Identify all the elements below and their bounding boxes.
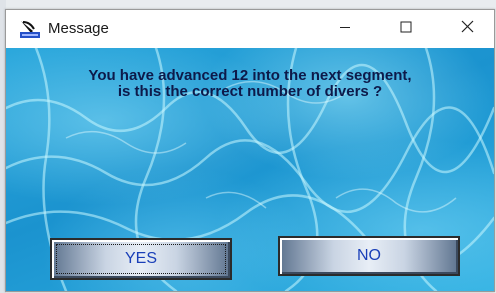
title-bar[interactable]: Message	[6, 10, 494, 48]
minimize-icon	[339, 20, 351, 38]
close-button[interactable]	[444, 10, 490, 48]
minimize-button[interactable]	[322, 10, 368, 48]
message-line-2: is this the correct number of divers ?	[117, 83, 383, 100]
maximize-button[interactable]	[383, 10, 429, 48]
maximize-icon	[400, 20, 412, 38]
message-line-1: You have advanced 12 into the next segme…	[88, 67, 412, 84]
window-title: Message	[48, 20, 109, 37]
dialog-client-area: You have advanced 12 into the next segme…	[6, 48, 494, 291]
yes-button[interactable]: YES	[50, 238, 232, 280]
diver-app-icon	[19, 19, 41, 39]
no-button[interactable]: NO	[278, 236, 460, 276]
close-icon	[461, 20, 474, 38]
dialog-message: You have advanced 12 into the next segme…	[6, 68, 494, 100]
message-dialog: Message You have advanced 12 into the ne…	[5, 9, 495, 292]
no-button-label: NO	[357, 247, 381, 264]
focus-rectangle	[56, 244, 226, 274]
